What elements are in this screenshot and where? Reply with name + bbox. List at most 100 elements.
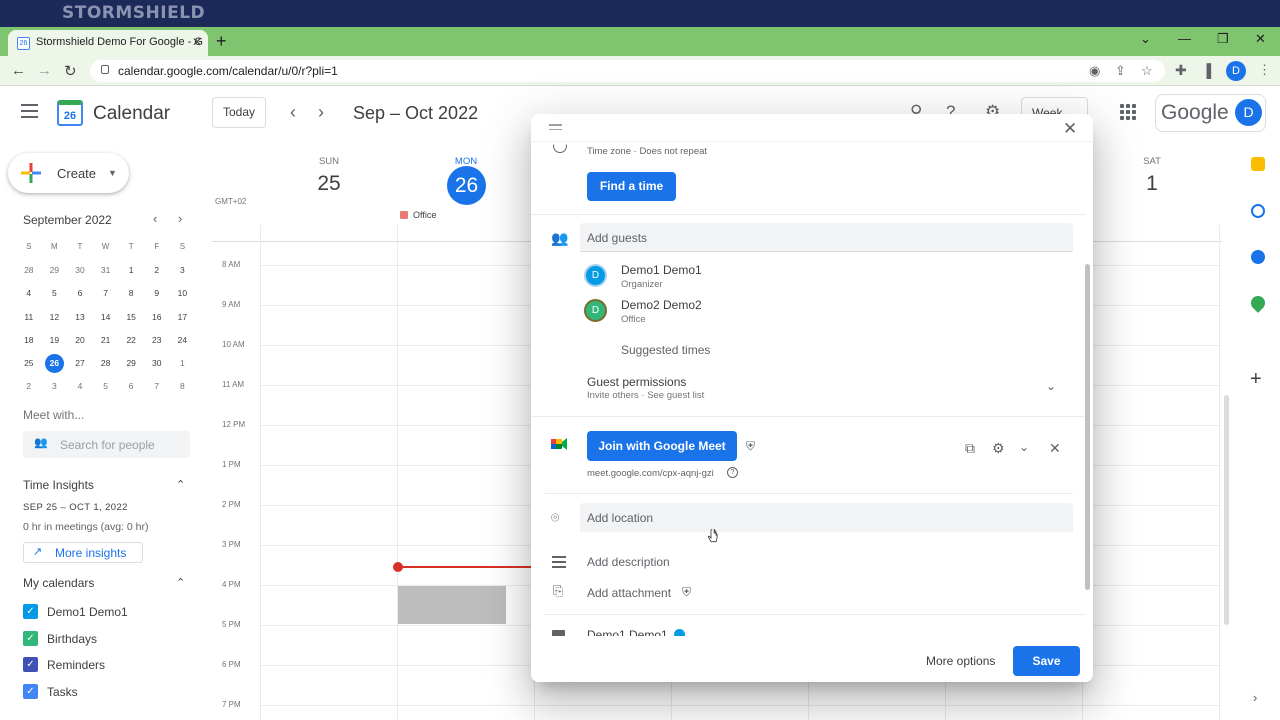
time-insights-collapse-icon[interactable]: ⌃ [176,478,185,491]
get-addons-plus-icon[interactable]: + [1250,368,1262,391]
create-dropdown-icon[interactable]: ▼ [108,168,117,178]
mini-day[interactable]: 8 [170,381,196,391]
mini-day[interactable]: 6 [118,381,144,391]
mini-day[interactable]: 20 [67,335,93,345]
mini-day[interactable]: 13 [67,312,93,322]
mini-day[interactable]: 27 [67,358,93,368]
mini-day[interactable]: 2 [16,381,42,391]
allday-event-office[interactable]: Office [400,210,436,220]
mini-day[interactable]: 9 [144,288,170,298]
add-description-field[interactable]: Add description [587,555,670,569]
timezone-repeat-text[interactable]: Time zone · Does not repeat [587,146,707,157]
account-avatar[interactable]: D [1235,99,1262,126]
back-arrow-icon[interactable]: ← [11,62,26,79]
today-button[interactable]: Today [212,97,266,128]
expand-side-panel-icon[interactable]: › [1253,690,1257,705]
day-number-sun[interactable]: 25 [299,172,359,196]
help-icon[interactable]: ? [727,467,738,478]
add-attachment-link[interactable]: Add attachment [587,586,671,600]
day-number-sat[interactable]: 1 [1122,172,1182,196]
mini-day[interactable]: 31 [93,265,119,275]
mini-day[interactable]: 30 [67,265,93,275]
find-a-time-button[interactable]: Find a time [587,172,676,201]
suggested-times-link[interactable]: Suggested times [621,343,710,357]
mini-day[interactable]: 7 [144,381,170,391]
keep-icon[interactable] [1251,157,1265,171]
guest-permissions-title[interactable]: Guest permissions [587,375,686,389]
calendar-checkbox-icon[interactable]: ✓ [23,657,38,673]
mini-day[interactable]: 26 [42,353,68,373]
mini-day[interactable]: 23 [144,335,170,345]
bookmark-star-icon[interactable]: ☆ [1141,63,1153,79]
mini-prev-month-icon[interactable]: ‹ [153,211,157,226]
draft-event-block[interactable] [398,586,506,624]
tasks-icon[interactable] [1251,204,1265,218]
mini-day[interactable]: 29 [118,358,144,368]
calendar-checkbox-icon[interactable]: ✓ [23,604,38,619]
close-dialog-icon[interactable]: ✕ [1063,119,1077,139]
my-calendars-collapse-icon[interactable]: ⌃ [176,576,185,589]
mini-day[interactable]: 1 [170,358,196,368]
calendar-checkbox-icon[interactable]: ✓ [23,630,38,646]
eye-icon[interactable]: ◉ [1089,63,1100,79]
mini-day[interactable]: 3 [170,265,196,275]
close-tab-icon[interactable]: ✕ [192,35,202,49]
mini-day[interactable]: 5 [42,288,68,298]
mini-day[interactable]: 24 [170,335,196,345]
mini-day[interactable]: 28 [93,358,119,368]
more-options-button[interactable]: More options [926,654,995,668]
browser-tab[interactable]: 26 Stormshield Demo For Google - G ✕ [8,30,208,56]
mini-day[interactable]: 3 [42,381,68,391]
mini-day[interactable]: 6 [67,288,93,298]
next-period-chevron-icon[interactable]: › [318,102,324,123]
mini-day[interactable]: 19 [42,335,68,345]
forward-arrow-icon[interactable]: → [37,62,52,79]
expand-permissions-chevron-icon[interactable]: ⌄ [1046,379,1056,393]
copy-link-icon[interactable]: ⧉ [965,440,975,457]
mini-day[interactable]: 5 [93,381,119,391]
mini-day[interactable]: 15 [118,312,144,322]
mini-day[interactable]: 1 [118,265,144,275]
share-icon[interactable]: ⇪ [1115,63,1126,79]
join-google-meet-button[interactable]: Join with Google Meet [587,431,737,461]
mini-day[interactable]: 18 [16,335,42,345]
extensions-puzzle-icon[interactable]: ✚ [1175,62,1187,79]
mini-day[interactable]: 29 [42,265,68,275]
mini-day[interactable]: 16 [144,312,170,322]
mini-day[interactable]: 4 [16,288,42,298]
maximize-window-button[interactable]: ❐ [1217,31,1229,47]
previous-period-chevron-icon[interactable]: ‹ [290,102,296,123]
mini-day[interactable]: 25 [16,358,42,368]
calendar-checkbox-icon[interactable]: ✓ [23,684,38,700]
tab-search-icon[interactable]: ⌄ [1140,31,1151,47]
browser-profile-avatar[interactable]: D [1226,61,1246,81]
mini-day[interactable]: 2 [144,265,170,275]
close-window-button[interactable]: ✕ [1255,31,1266,47]
mini-day[interactable]: 14 [93,312,119,322]
browser-menu-icon[interactable]: ⋮ [1258,62,1271,78]
meet-link[interactable]: meet.google.com/cpx-aqnj-gzi [587,468,714,479]
address-bar[interactable]: calendar.google.com/calendar/u/0/r?pli=1 [90,60,1165,82]
mini-day[interactable]: 22 [118,335,144,345]
mini-day[interactable]: 11 [16,312,42,322]
mini-day[interactable]: 28 [16,265,42,275]
new-tab-button[interactable]: + [216,31,227,52]
mini-day[interactable]: 17 [170,312,196,322]
main-menu-icon[interactable] [21,104,38,122]
mini-day[interactable]: 4 [67,381,93,391]
mini-day[interactable]: 21 [93,335,119,345]
guest-name[interactable]: Demo1 Demo1 [621,263,702,277]
add-guests-input[interactable]: Add guests [580,223,1073,252]
add-location-input[interactable]: Add location [580,503,1073,532]
drag-handle-icon[interactable] [549,124,562,133]
day-number-mon[interactable]: 26 [447,166,486,205]
mini-day[interactable]: 12 [42,312,68,322]
search-people-input[interactable]: Search for people [23,431,190,458]
grid-scrollbar[interactable] [1224,395,1229,625]
reload-icon[interactable]: ↻ [64,62,77,80]
meet-settings-gear-icon[interactable]: ⚙ [992,440,1005,457]
remove-conference-icon[interactable]: ✕ [1049,440,1061,457]
side-panel-icon[interactable]: ▐ [1202,63,1211,78]
minimize-window-button[interactable]: — [1178,31,1191,46]
mini-day[interactable]: 7 [93,288,119,298]
